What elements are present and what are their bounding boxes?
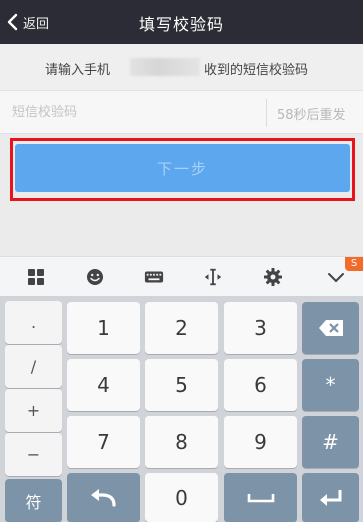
cursor-icon[interactable] (202, 266, 224, 288)
key-5[interactable]: 5 (145, 359, 218, 411)
space-icon (247, 493, 274, 502)
key-slash[interactable]: / (5, 345, 62, 388)
divider (266, 99, 267, 127)
enter-key[interactable] (302, 473, 359, 522)
prompt-text-before: 请输入手机 (45, 63, 111, 78)
undo-icon (90, 488, 116, 507)
space-key[interactable] (224, 473, 297, 522)
resend-countdown: 58秒后重发 (277, 108, 346, 123)
key-hash[interactable]: # (302, 416, 359, 468)
key-4[interactable]: 4 (67, 359, 140, 411)
next-button-label: 下一步 (156, 159, 208, 178)
key-3[interactable]: 3 (224, 302, 297, 354)
chevron-down-icon[interactable] (325, 266, 347, 288)
backspace-key[interactable] (302, 302, 359, 354)
grid-icon[interactable] (25, 266, 47, 288)
key-dot[interactable]: . (5, 301, 62, 344)
ime-logo: S (345, 257, 363, 271)
sms-prompt: 请输入手机 收到的短信校验码 (0, 44, 363, 90)
phone-number-blurred (130, 58, 200, 76)
sms-code-input[interactable] (12, 100, 252, 124)
enter-icon (319, 489, 341, 506)
key-2[interactable]: 2 (145, 302, 218, 354)
key-9[interactable]: 9 (224, 416, 297, 468)
key-7[interactable]: 7 (67, 416, 140, 468)
gear-icon[interactable] (262, 266, 284, 288)
keyboard-toolbar: S (0, 256, 363, 296)
key-0[interactable]: 0 (145, 473, 218, 522)
key-8[interactable]: 8 (145, 416, 218, 468)
title-bar: 返回 填写校验码 (0, 0, 363, 44)
verify-code-screen: 返回 填写校验码 请输入手机 收到的短信校验码 58秒后重发 下一步 (0, 0, 363, 522)
undo-button[interactable] (67, 473, 140, 522)
emoji-icon[interactable] (84, 266, 106, 288)
prompt-text-after: 收到的短信校验码 (204, 63, 309, 78)
backspace-icon (318, 320, 343, 336)
key-6[interactable]: 6 (224, 359, 297, 411)
numeric-keyboard: . / + − 符 1 2 3 4 5 6 7 8 9 0 * # (0, 296, 363, 522)
key-minus[interactable]: − (5, 433, 62, 476)
next-button[interactable]: 下一步 (15, 144, 350, 192)
keyboard-icon[interactable] (143, 266, 165, 288)
key-plus[interactable]: + (5, 389, 62, 432)
code-input-row: 58秒后重发 (0, 90, 363, 134)
key-1[interactable]: 1 (67, 302, 140, 354)
key-symbols[interactable]: 符 (5, 479, 62, 522)
page-title: 填写校验码 (138, 15, 224, 34)
key-star[interactable]: * (302, 359, 359, 411)
